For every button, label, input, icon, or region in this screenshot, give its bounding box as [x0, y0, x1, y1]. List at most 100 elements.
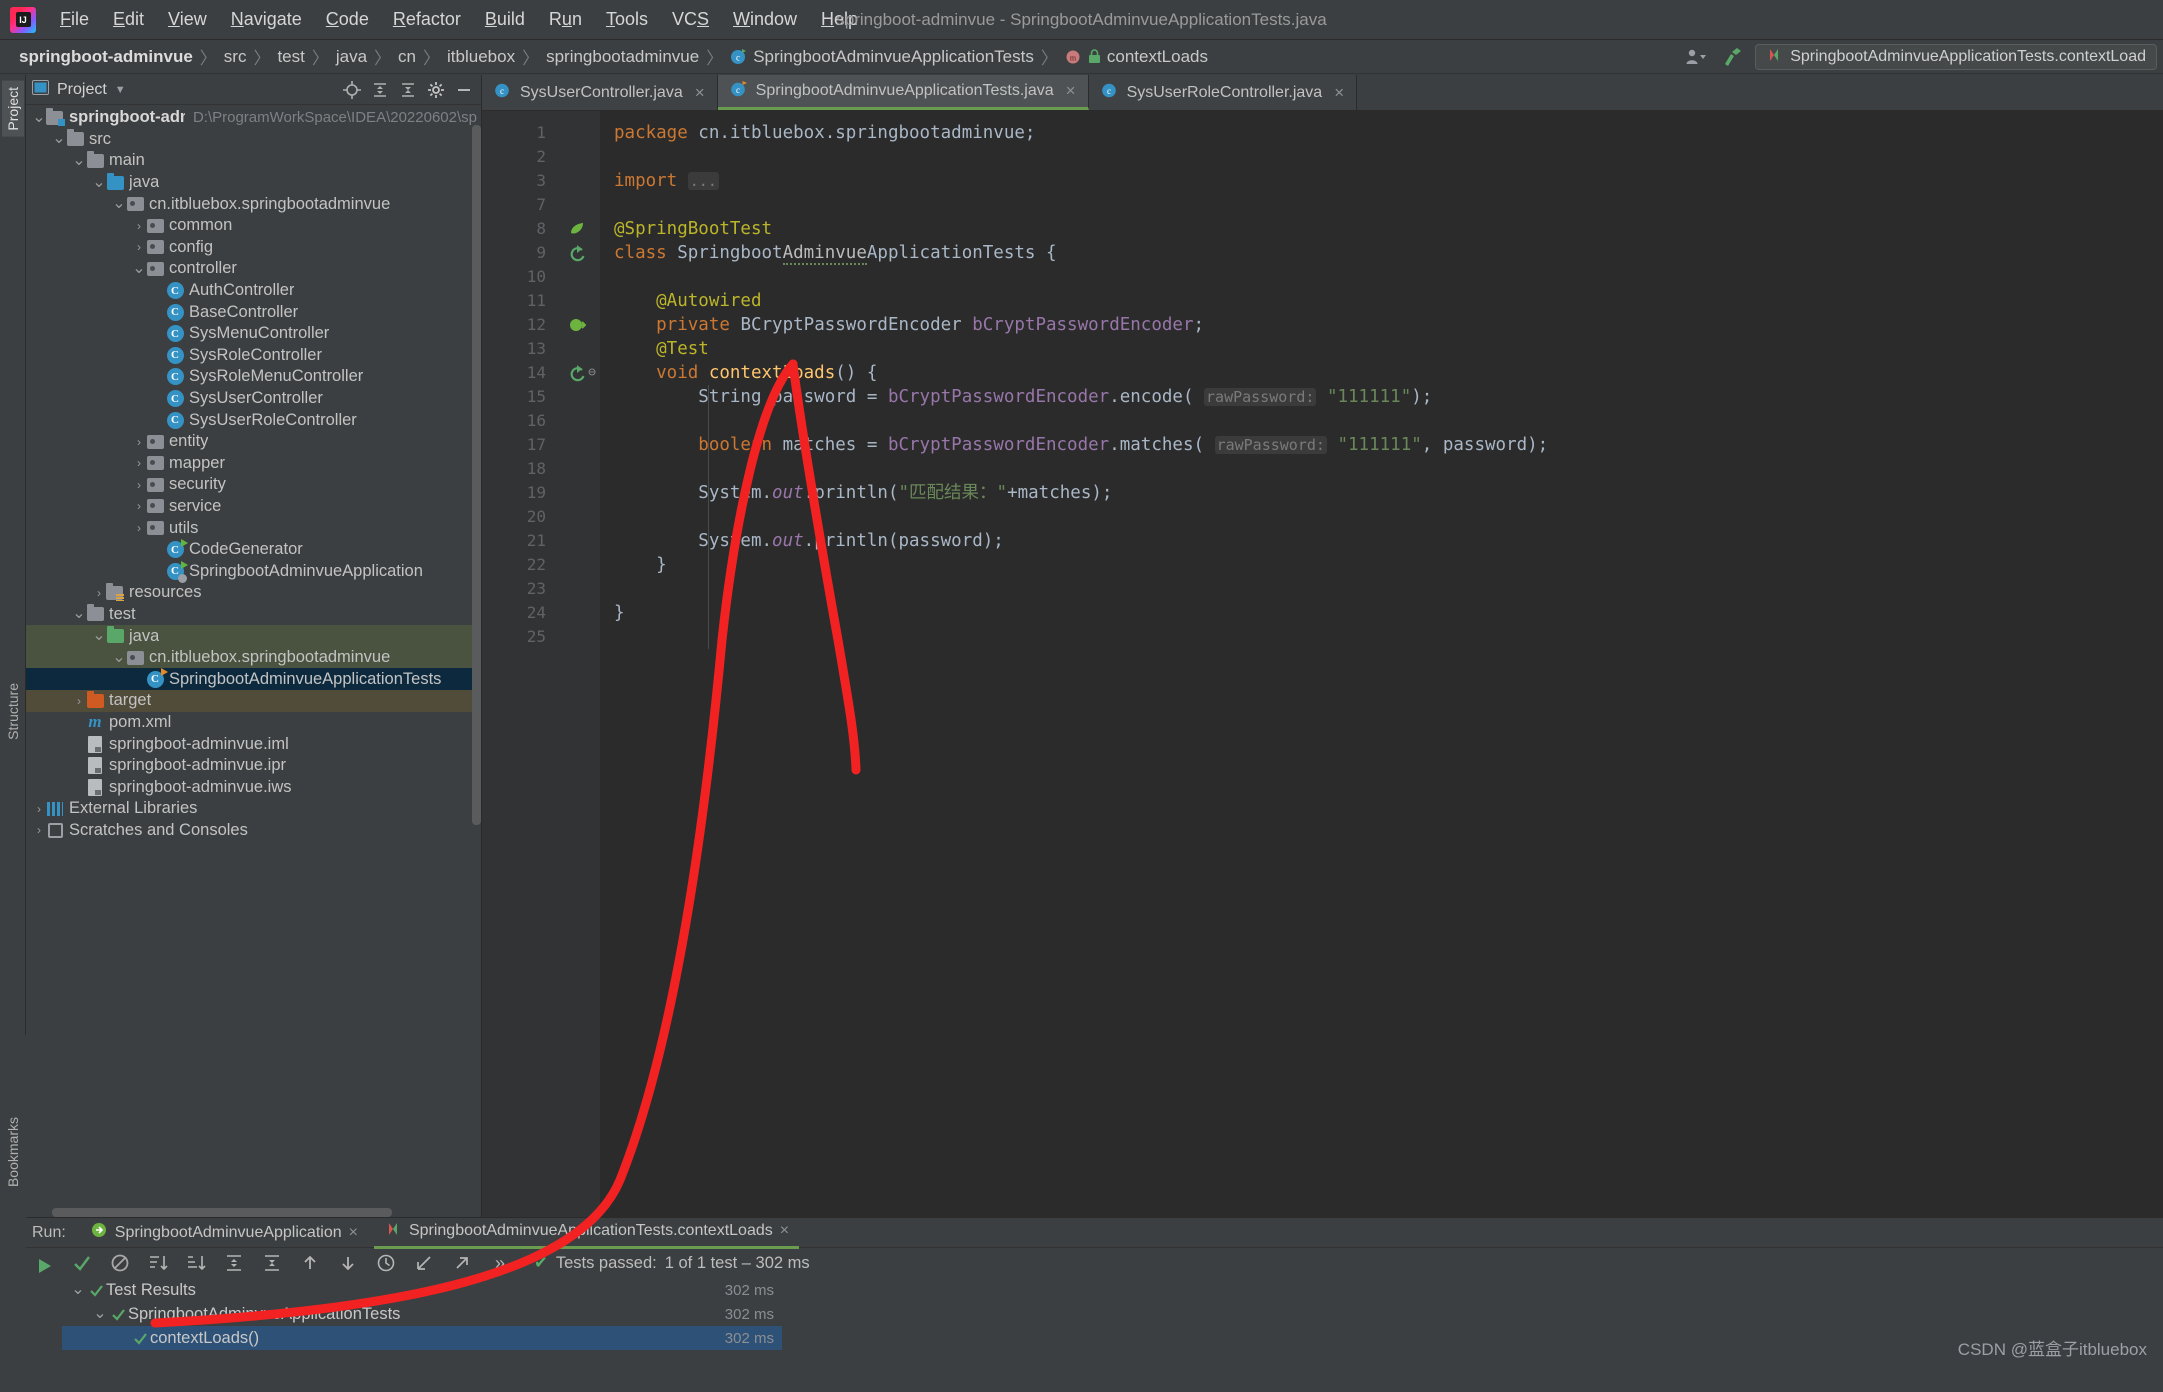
chevron-down-icon[interactable]: ⌄: [72, 610, 86, 618]
breadcrumb-item-src[interactable]: src: [219, 45, 252, 69]
chevron-right-icon[interactable]: ›: [132, 521, 146, 535]
chevron-down-icon[interactable]: ⌄: [72, 157, 86, 165]
close-icon[interactable]: ×: [1066, 81, 1076, 101]
chevron-down-icon[interactable]: ⌄: [52, 135, 66, 143]
toggle-passed-icon[interactable]: [70, 1251, 94, 1275]
history-icon[interactable]: [374, 1251, 398, 1275]
project-tree-row[interactable]: ⌄main: [26, 150, 481, 172]
breadcrumb-item-springbootadminvueapplicationtests[interactable]: cSpringbootAdminvueApplicationTests: [725, 45, 1039, 69]
chevron-down-icon[interactable]: ⌄: [112, 200, 126, 208]
project-tree-row[interactable]: ⌄cn.itbluebox.springbootadminvue: [26, 647, 481, 669]
bean-nav-icon[interactable]: [554, 313, 600, 337]
chevron-down-icon[interactable]: ⌄: [32, 114, 46, 122]
close-icon[interactable]: ×: [349, 1224, 358, 1242]
menu-item-window[interactable]: Window: [721, 5, 809, 34]
tool-tab-structure[interactable]: Structure: [2, 677, 24, 746]
chevron-down-icon[interactable]: ⌄: [70, 1286, 86, 1294]
more-actions-icon[interactable]: »: [488, 1251, 512, 1275]
project-tree-row[interactable]: ⌄cn.itbluebox.springbootadminvue: [26, 193, 481, 215]
project-tree-row[interactable]: ›security: [26, 474, 481, 496]
breadcrumb-item-itbluebox[interactable]: itbluebox: [442, 45, 520, 69]
project-tree-row[interactable]: ›mapper: [26, 453, 481, 475]
breadcrumb-item-test[interactable]: test: [272, 45, 309, 69]
close-icon[interactable]: ×: [780, 1222, 789, 1240]
menu-item-tools[interactable]: Tools: [594, 5, 660, 34]
chevron-right-icon[interactable]: ›: [72, 694, 86, 708]
chevron-right-icon[interactable]: ›: [132, 240, 146, 254]
menu-item-edit[interactable]: Edit: [101, 5, 156, 34]
chevron-down-icon[interactable]: ⌄: [92, 632, 106, 640]
menu-item-navigate[interactable]: Navigate: [219, 5, 314, 34]
spring-bean-icon[interactable]: [554, 217, 600, 241]
menu-item-view[interactable]: View: [156, 5, 219, 34]
user-dropdown-icon[interactable]: [1683, 44, 1709, 70]
project-tree-row[interactable]: ⌄test: [26, 604, 481, 626]
breadcrumb-item-springboot-adminvue[interactable]: springboot-adminvue: [14, 45, 198, 69]
run-tab-application[interactable]: SpringbootAdminvueApplication×: [80, 1218, 368, 1247]
project-tree-row[interactable]: ›config: [26, 237, 481, 259]
project-tree-row[interactable]: CAuthController: [26, 280, 481, 302]
code-fold-marker[interactable]: ⊖: [588, 365, 596, 380]
project-tree-row[interactable]: CCodeGenerator: [26, 539, 481, 561]
project-tree-row[interactable]: CSysUserRoleController: [26, 409, 481, 431]
project-tree-row[interactable]: CSysRoleMenuController: [26, 366, 481, 388]
project-tree-row[interactable]: CSpringbootAdminvueApplicationTests: [26, 668, 481, 690]
tool-tab-bookmarks[interactable]: Bookmarks: [2, 1111, 24, 1193]
breadcrumb-item-contextloads[interactable]: mcontextLoads: [1060, 45, 1213, 69]
chevron-right-icon[interactable]: ›: [132, 219, 146, 233]
project-tree-row[interactable]: ›target: [26, 690, 481, 712]
chevron-right-icon[interactable]: ›: [132, 478, 146, 492]
editor-tab-sysusercontroller[interactable]: cSysUserController.java×: [482, 75, 718, 110]
project-tree-row[interactable]: ⌄src: [26, 129, 481, 151]
chevron-right-icon[interactable]: ›: [32, 802, 46, 816]
menu-item-build[interactable]: Build: [473, 5, 537, 34]
project-tree-row[interactable]: ⌄controller: [26, 258, 481, 280]
chevron-down-icon[interactable]: ⌄: [92, 1310, 108, 1318]
menu-item-file[interactable]: File: [48, 5, 101, 34]
project-tree-row[interactable]: CSpringbootAdminvueApplication: [26, 560, 481, 582]
project-tree-row[interactable]: ›utils: [26, 517, 481, 539]
chevron-right-icon[interactable]: ›: [92, 586, 106, 600]
close-icon[interactable]: ×: [695, 83, 705, 103]
editor-gutter-icons[interactable]: ⊖: [554, 111, 600, 1217]
project-tree-row[interactable]: ›common: [26, 215, 481, 237]
menu-item-help[interactable]: Help: [809, 5, 870, 34]
menu-item-run[interactable]: Run: [537, 5, 594, 34]
hide-panel-icon[interactable]: [453, 79, 475, 101]
project-tree-row[interactable]: ⌄java: [26, 625, 481, 647]
project-tree[interactable]: ⌄springboot-adminvueD:\ProgramWorkSpace\…: [26, 105, 481, 1217]
project-panel-title-group[interactable]: Project ▼: [32, 80, 126, 100]
project-tree-row[interactable]: CSysMenuController: [26, 323, 481, 345]
settings-gear-icon[interactable]: [425, 79, 447, 101]
close-icon[interactable]: ×: [1334, 83, 1344, 103]
project-tree-row[interactable]: ›entity: [26, 431, 481, 453]
project-tree-row[interactable]: ›External Libraries: [26, 798, 481, 820]
prev-occurrence-icon[interactable]: [298, 1251, 322, 1275]
chevron-down-icon[interactable]: ▼: [115, 84, 126, 96]
project-tree-row[interactable]: ⌄springboot-adminvueD:\ProgramWorkSpace\…: [26, 107, 481, 129]
collapse-all-icon[interactable]: [260, 1251, 284, 1275]
project-tree-row[interactable]: ›resources: [26, 582, 481, 604]
expand-all-icon[interactable]: [369, 79, 391, 101]
test-result-row[interactable]: ⌄SpringbootAdminvueApplicationTests302 m…: [62, 1302, 782, 1326]
breadcrumb-item-java[interactable]: java: [331, 45, 372, 69]
project-tree-row[interactable]: ⌄java: [26, 172, 481, 194]
project-tree-row[interactable]: CSysUserController: [26, 388, 481, 410]
project-tree-row[interactable]: CSysRoleController: [26, 345, 481, 367]
test-results-tree[interactable]: ⌄Test Results302 ms⌄SpringbootAdminvueAp…: [62, 1278, 2163, 1392]
project-tree-row[interactable]: CBaseController: [26, 301, 481, 323]
chevron-down-icon[interactable]: ⌄: [92, 179, 106, 187]
editor-code-content[interactable]: package cn.itbluebox.springbootadminvue;…: [600, 111, 2163, 1217]
test-result-row[interactable]: ⌄Test Results302 ms: [62, 1278, 782, 1302]
project-tree-vscrollbar[interactable]: [472, 105, 481, 1217]
project-tree-row[interactable]: springboot-adminvue.ipr: [26, 755, 481, 777]
menu-item-code[interactable]: Code: [314, 5, 381, 34]
editor-tab-springbootadminvueapplicationtests[interactable]: cSpringbootAdminvueApplicationTests.java…: [718, 75, 1089, 110]
breadcrumb-item-springbootadminvue[interactable]: springbootadminvue: [541, 45, 704, 69]
next-occurrence-icon[interactable]: [336, 1251, 360, 1275]
project-tree-row[interactable]: springboot-adminvue.iml: [26, 733, 481, 755]
chevron-right-icon[interactable]: ›: [132, 456, 146, 470]
run-test-icon[interactable]: [554, 241, 600, 265]
chevron-right-icon[interactable]: ›: [132, 499, 146, 513]
import-tests-icon[interactable]: [412, 1251, 436, 1275]
